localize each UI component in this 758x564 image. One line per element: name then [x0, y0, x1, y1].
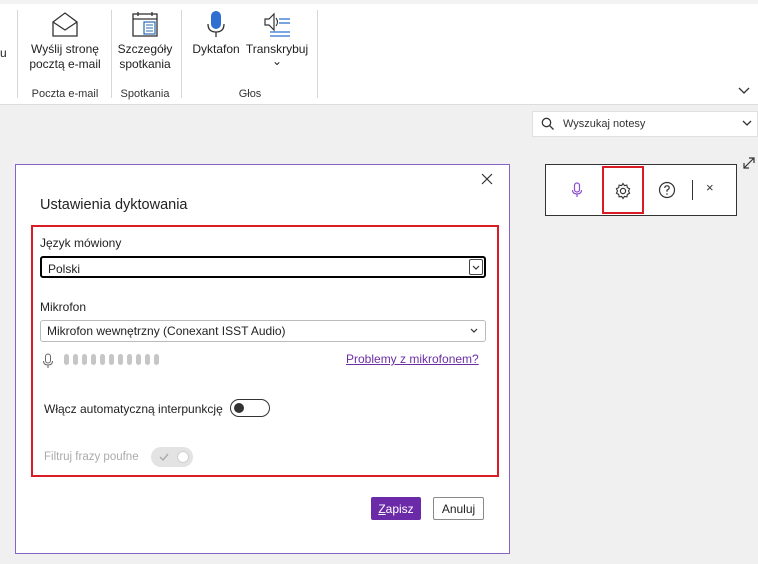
- auto-punctuation-toggle[interactable]: [230, 399, 270, 417]
- chevron-down-icon: [470, 328, 478, 333]
- search-icon: [541, 117, 554, 130]
- chevron-down-icon: [469, 259, 483, 275]
- close-icon[interactable]: [481, 173, 493, 185]
- microphone-select[interactable]: Mikrofon wewnętrzny (Conexant ISST Audio…: [40, 320, 486, 342]
- ribbon-separator: [317, 10, 318, 98]
- close-icon[interactable]: ×: [706, 180, 714, 195]
- dialog-title: Ustawienia dyktowania: [40, 197, 188, 213]
- meeting-details-line1: Szczegóły: [117, 42, 173, 56]
- auto-punctuation-label: Włącz automatyczną interpunkcję: [44, 402, 223, 416]
- spoken-language-select[interactable]: Polski: [40, 256, 486, 278]
- calendar-icon: [132, 12, 158, 37]
- mic-problems-link[interactable]: Problemy z mikrofonem?: [346, 352, 479, 366]
- microphone-level-meter: [64, 354, 163, 368]
- dictate-label: Dyktafon: [192, 42, 240, 56]
- envelope-icon: [52, 12, 78, 37]
- ribbon-truncated-label: u: [0, 46, 7, 60]
- dictate-button[interactable]: Dyktafon: [188, 10, 244, 57]
- dictation-settings-dialog: Ustawienia dyktowania Język mówiony Pols…: [15, 164, 510, 554]
- meeting-details-line2: spotkania: [119, 57, 171, 71]
- ribbon-top-strip: [0, 0, 758, 4]
- search-placeholder: Wyszukaj notesy: [563, 118, 646, 130]
- group-label-meetings: Spotkania: [120, 88, 170, 100]
- ribbon: u Wyślij stronę pocztą e-mail Poczta e-m…: [0, 0, 758, 105]
- expand-icon[interactable]: [742, 156, 756, 170]
- meeting-details-button[interactable]: Szczegóły spotkania: [113, 10, 177, 72]
- microphone-level-icon: [43, 353, 53, 368]
- toggle-knob: [234, 402, 244, 413]
- microphone-icon[interactable]: [571, 182, 583, 198]
- toolbar-divider: [692, 180, 693, 200]
- send-page-email-line2: pocztą e-mail: [29, 57, 101, 71]
- gear-icon: [615, 182, 631, 200]
- spoken-language-value: Polski: [48, 262, 81, 276]
- ribbon-separator: [111, 10, 112, 98]
- microphone-icon: [207, 11, 225, 37]
- chevron-down-icon: [738, 87, 750, 94]
- collapse-ribbon-button[interactable]: [738, 84, 750, 98]
- save-hotkey-letter: Z: [378, 501, 386, 516]
- cancel-button[interactable]: Anuluj: [433, 497, 484, 520]
- save-button[interactable]: Zapisz: [371, 497, 421, 520]
- send-page-email-line1: Wyślij stronę: [31, 42, 99, 56]
- ribbon-group-email: Wyślij stronę pocztą e-mail Poczta e-mai…: [22, 8, 108, 102]
- spoken-language-label: Język mówiony: [40, 236, 122, 250]
- transcribe-dropdown-chevron: ⌄: [271, 54, 283, 68]
- save-label-rest: apisz: [385, 501, 414, 516]
- ribbon-separator: [181, 10, 182, 98]
- filter-phrases-toggle[interactable]: [151, 447, 193, 467]
- transcribe-icon: [264, 12, 290, 37]
- settings-button[interactable]: [602, 166, 644, 214]
- group-label-voice: Głos: [238, 88, 262, 100]
- toggle-knob: [177, 451, 189, 463]
- help-icon[interactable]: [658, 181, 676, 199]
- transcribe-button[interactable]: Transkrybuj ⌄: [244, 10, 310, 68]
- ribbon-separator: [17, 10, 18, 98]
- search-notebooks-box[interactable]: Wyszukaj notesy: [532, 111, 758, 137]
- dictation-toolbar: ×: [545, 164, 737, 216]
- microphone-label: Mikrofon: [40, 300, 87, 314]
- search-bar-row: Wyszukaj notesy: [0, 105, 758, 143]
- microphone-value: Mikrofon wewnętrzny (Conexant ISST Audio…: [47, 324, 286, 338]
- send-page-email-button[interactable]: Wyślij stronę pocztą e-mail: [22, 10, 108, 72]
- checkmark-icon: [159, 453, 169, 462]
- chevron-down-icon[interactable]: [741, 116, 753, 130]
- group-label-email: Poczta e-mail: [31, 88, 99, 100]
- ribbon-group-meetings: Szczegóły spotkania Spotkania: [113, 8, 177, 102]
- filter-phrases-label: Filtruj frazy poufne: [44, 451, 139, 463]
- ribbon-group-voice: Dyktafon Transkrybuj ⌄ Głos: [184, 8, 316, 102]
